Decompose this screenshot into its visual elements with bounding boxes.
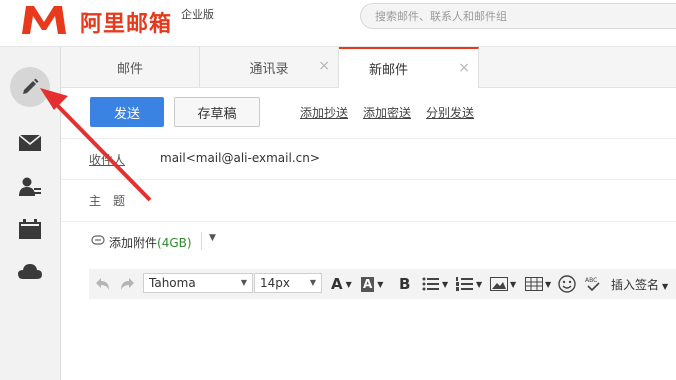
envelope-icon	[19, 135, 41, 151]
tab-new-mail[interactable]: 新邮件 ×	[339, 47, 479, 88]
send-button[interactable]: 发送	[90, 97, 164, 127]
search-input[interactable]	[375, 7, 665, 25]
compose-button[interactable]	[10, 67, 50, 107]
font-size-value: 14px	[260, 276, 290, 290]
sidebar-item-contacts[interactable]	[18, 175, 42, 199]
recipient-field[interactable]: mail<mail@ali-exmail.cn>	[160, 151, 320, 165]
close-icon[interactable]: ×	[458, 61, 470, 75]
numbered-list-icon[interactable]: ▼	[456, 275, 482, 293]
recipient-row: 收件人 mail<mail@ali-exmail.cn>	[61, 138, 676, 178]
brand-name: 阿里邮箱	[80, 12, 173, 37]
add-cc-link[interactable]: 添加抄送	[300, 104, 348, 121]
sidebar-item-cloud[interactable]	[18, 259, 42, 283]
tab-label: 邮件	[116, 61, 143, 77]
tab-label: 通讯录	[249, 61, 289, 77]
redo-icon[interactable]	[119, 275, 135, 293]
insert-signature-label: 插入签名	[611, 278, 660, 292]
font-color-icon[interactable]: A ▼	[331, 275, 352, 293]
separate-send-link[interactable]: 分别发送	[426, 104, 474, 121]
divider	[201, 232, 202, 250]
brand-edition: 企业版	[181, 8, 214, 21]
tab-label: 新邮件	[368, 63, 408, 78]
attachment-size: (4GB)	[157, 236, 192, 250]
attachment-label: 添加附件	[109, 236, 158, 250]
tab-contacts[interactable]: 通讯录 ×	[200, 47, 339, 87]
subject-label: 主 题	[89, 194, 126, 208]
svg-text:ABC: ABC	[585, 277, 597, 284]
sidebar-item-mail[interactable]	[18, 131, 42, 155]
bullet-list-icon[interactable]: ▼	[422, 275, 448, 293]
attachment-row: 添加附件(4GB) ▼	[61, 221, 676, 259]
undo-icon[interactable]	[95, 275, 111, 293]
tab-mail[interactable]: 邮件	[61, 47, 200, 87]
add-bcc-link[interactable]: 添加密送	[363, 104, 411, 121]
chevron-down-icon: ▼	[309, 278, 316, 287]
contacts-icon	[19, 177, 41, 196]
emoji-icon[interactable]	[558, 275, 576, 293]
recipient-label[interactable]: 收件人	[89, 151, 125, 168]
table-icon[interactable]: ▼	[525, 275, 551, 293]
highlight-color-icon[interactable]: A ▼	[361, 275, 383, 293]
sidebar	[0, 47, 61, 380]
subject-row: 主 题	[61, 179, 676, 219]
font-family-value: Tahoma	[149, 276, 196, 290]
image-icon[interactable]: ▼	[490, 275, 516, 293]
tab-bar: 邮件 通讯录 × 新邮件 ×	[61, 47, 676, 88]
insert-signature-button[interactable]: 插入签名 ▼	[611, 276, 668, 293]
editor-toolbar: Tahoma ▼ 14px ▼ A ▼ A ▼ B ▼ ▼ ▼ ▼ ABC 插入…	[89, 269, 676, 299]
font-size-select[interactable]: 14px ▼	[254, 273, 322, 293]
calendar-icon	[19, 219, 41, 239]
search-box[interactable]	[360, 3, 676, 29]
logo-icon	[22, 6, 66, 34]
chevron-down-icon: ▼	[240, 278, 247, 287]
font-family-select[interactable]: Tahoma ▼	[143, 273, 253, 293]
add-attachment-button[interactable]: 添加附件(4GB)	[109, 234, 192, 251]
subject-field[interactable]	[160, 192, 640, 208]
pencil-icon	[23, 78, 39, 94]
cloud-icon	[18, 264, 42, 279]
spellcheck-icon[interactable]: ABC	[584, 275, 602, 293]
close-icon[interactable]: ×	[318, 59, 330, 73]
top-bar: 阿里邮箱 企业版	[0, 0, 676, 47]
sidebar-item-calendar[interactable]	[18, 217, 42, 241]
bold-icon[interactable]: B	[399, 275, 410, 293]
save-draft-button[interactable]: 存草稿	[174, 97, 260, 127]
compose-toolbar: 发送 存草稿 添加抄送 添加密送 分别发送	[61, 87, 676, 137]
paperclip-icon	[91, 235, 105, 245]
chevron-down-icon[interactable]: ▼	[209, 233, 216, 243]
